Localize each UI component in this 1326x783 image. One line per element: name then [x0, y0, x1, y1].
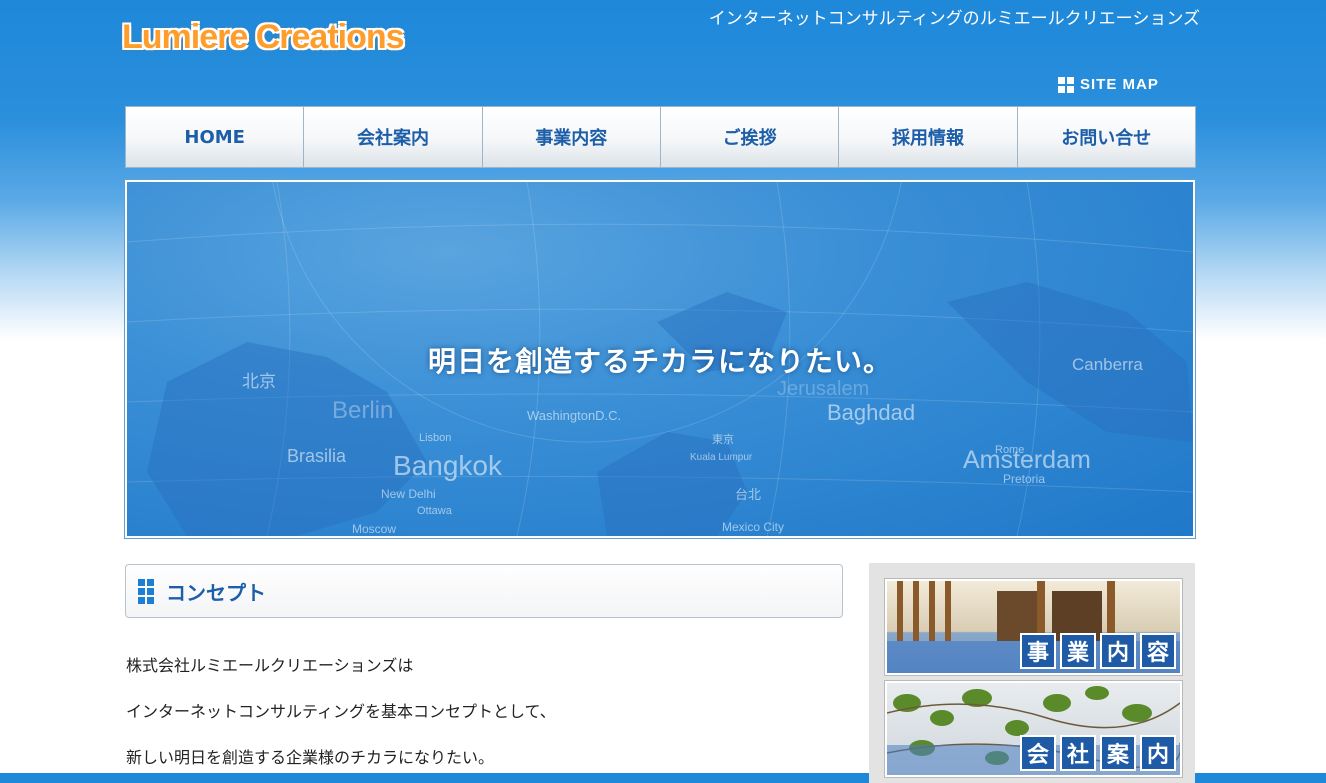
- nav-company[interactable]: 会社案内: [304, 107, 483, 167]
- banner-label: 会 社 案 内: [1020, 735, 1176, 771]
- banner-char: 会: [1020, 735, 1056, 771]
- concept-heading: コンセプト: [125, 564, 843, 618]
- side-panel: 事 業 内 容 会 社 案 内: [869, 563, 1195, 783]
- city-label: Kuala Lumpur: [690, 452, 753, 463]
- logo[interactable]: Lumiere Creations: [122, 18, 405, 57]
- city-label: Lisbon: [419, 432, 452, 444]
- sitemap-label: SITE MAP: [1080, 76, 1159, 93]
- city-label: Moscow: [352, 522, 397, 536]
- concept-paragraph: 株式会社ルミエールクリエーションズは: [126, 656, 414, 675]
- city-label: WashingtonD.C.: [527, 408, 622, 423]
- site-tagline: インターネットコンサルティングのルミエールクリエーションズ: [708, 9, 1200, 29]
- main-nav: HOME 会社案内 事業内容 ご挨拶 採用情報 お問い合せ: [125, 106, 1196, 168]
- concept-paragraph: 新しい明日を創造する企業様のチカラになりたい。: [126, 748, 495, 767]
- city-label: Brasilia: [287, 446, 347, 466]
- hero-headline: 明日を創造するチカラになりたい。: [427, 345, 892, 378]
- city-label: Baghdad: [827, 400, 916, 425]
- company-banner[interactable]: 会 社 案 内: [884, 680, 1183, 778]
- city-label: 台北: [735, 487, 762, 502]
- nav-greeting[interactable]: ご挨拶: [661, 107, 840, 167]
- city-label: 東京: [712, 434, 734, 446]
- sitemap-link[interactable]: SITE MAP: [1058, 76, 1159, 93]
- nav-business[interactable]: 事業内容: [483, 107, 661, 167]
- banner-char: 内: [1140, 735, 1176, 771]
- city-label: Jerusalem: [777, 378, 870, 400]
- banner-char: 容: [1140, 633, 1176, 669]
- city-label: Bangkok: [393, 450, 502, 481]
- banner-char: 事: [1020, 633, 1056, 669]
- city-label: Berlin: [332, 397, 394, 424]
- grid-icon: [138, 578, 154, 604]
- nav-recruit[interactable]: 採用情報: [839, 107, 1018, 167]
- hero-banner: 北京 Berlin Lisbon Bangkok New Delhi Ottaw…: [124, 179, 1196, 539]
- city-label: Pretoria: [1003, 472, 1046, 486]
- city-label: Ottawa: [417, 505, 452, 517]
- city-label: Amsterdam: [963, 446, 1091, 474]
- nav-home[interactable]: HOME: [126, 107, 305, 167]
- grid-icon: [1058, 76, 1074, 93]
- concept-title: コンセプト: [166, 580, 266, 605]
- banner-label: 事 業 内 容: [1020, 633, 1176, 669]
- nav-contact[interactable]: お問い合せ: [1018, 107, 1195, 167]
- banner-char: 業: [1060, 633, 1096, 669]
- banner-char: 社: [1060, 735, 1096, 771]
- banner-char: 内: [1100, 633, 1136, 669]
- city-label: Mexico City: [722, 520, 785, 534]
- concept-paragraph: インターネットコンサルティングを基本コンセプトとして、: [126, 702, 556, 721]
- banner-char: 案: [1100, 735, 1136, 771]
- city-label: New Delhi: [381, 487, 436, 501]
- business-banner[interactable]: 事 業 内 容: [884, 578, 1183, 676]
